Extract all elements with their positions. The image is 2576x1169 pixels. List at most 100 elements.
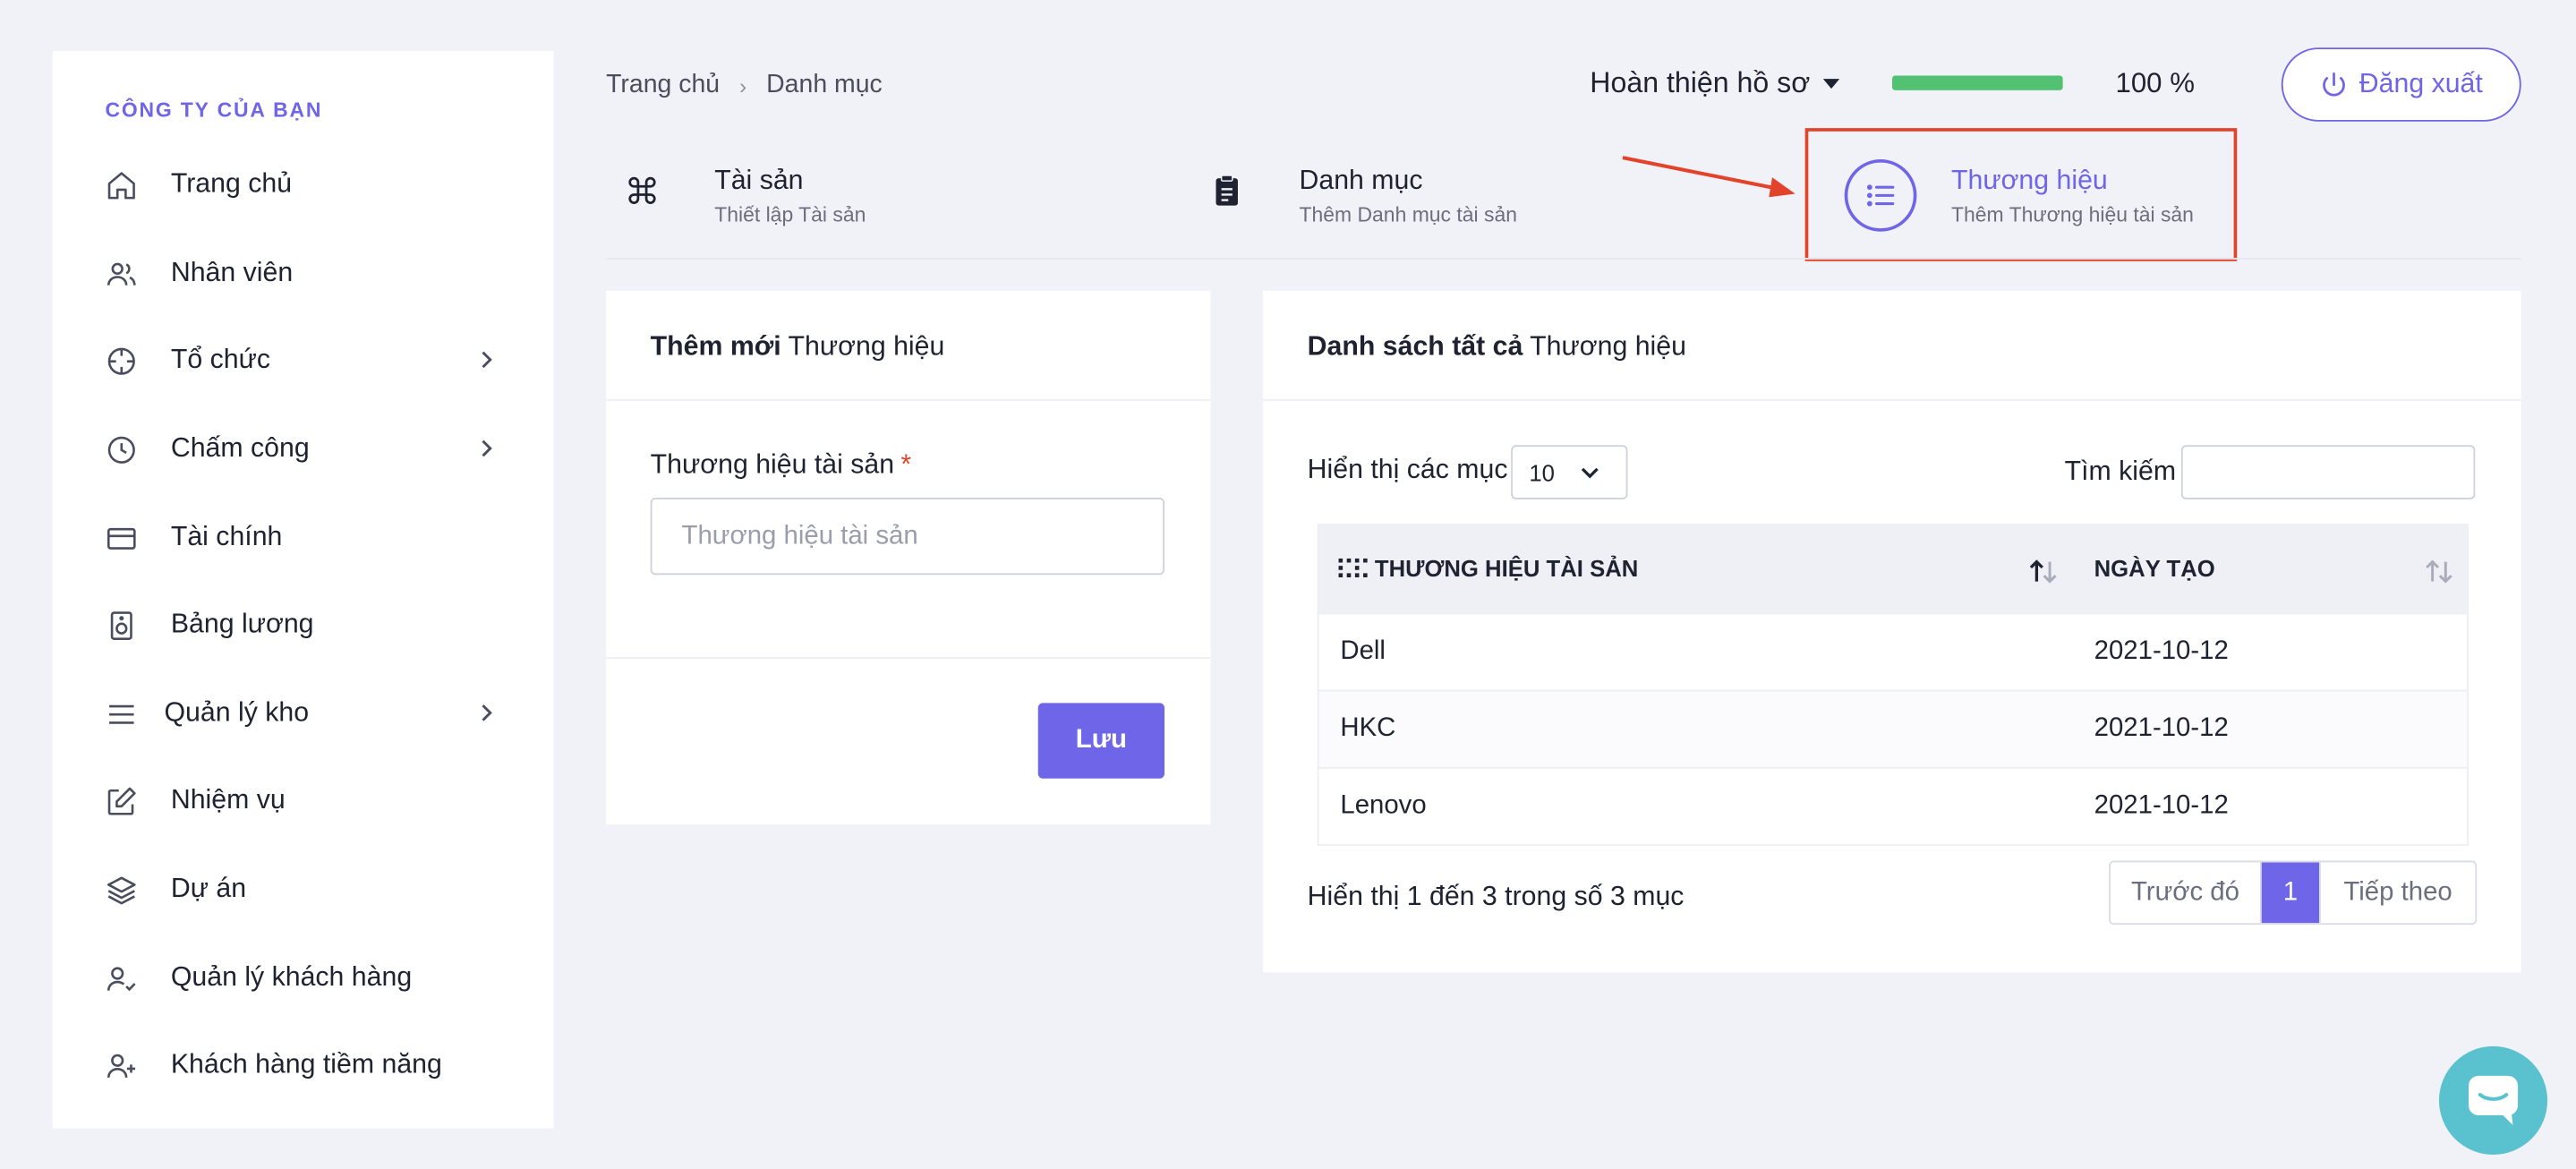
home-icon — [104, 167, 140, 203]
step-assets[interactable]: Tài sản Thiết lập Tài sản — [622, 158, 1114, 236]
chevron-right-icon — [482, 351, 492, 369]
edit-icon — [104, 783, 140, 819]
page-length-value: 10 — [1529, 458, 1555, 486]
sidebar-item-label: Khách hàng tiềm năng — [170, 1049, 442, 1079]
chevron-right-icon — [482, 439, 492, 457]
cell-brand: Lenovo — [1340, 791, 1427, 820]
cell-brand: Dell — [1340, 636, 1386, 666]
chat-widget-button[interactable] — [2438, 1045, 2548, 1156]
progress-fill — [1891, 75, 2063, 90]
breadcrumb-home-link[interactable]: Trang chủ — [606, 71, 720, 100]
users-icon — [104, 256, 140, 292]
card-title-rest: Thương hiệu — [1523, 331, 1686, 362]
brand-field-label: Thương hiệu tài sản * — [651, 450, 912, 482]
logout-label: Đăng xuất — [2358, 69, 2483, 99]
sidebar-item-label: Tài chính — [170, 522, 283, 552]
sidebar-item-finance[interactable]: Tài chính — [53, 503, 554, 576]
card-title: Danh sách tất cả Thương hiệu — [1308, 332, 1686, 363]
breadcrumb-current: Danh mục — [766, 70, 883, 99]
cell-brand: HKC — [1340, 714, 1396, 743]
highlight-annotation-box — [1804, 128, 2238, 261]
brand-name-input[interactable] — [650, 498, 1165, 576]
speaker-icon — [104, 608, 140, 644]
sidebar-item-projects[interactable]: Dự án — [53, 854, 554, 926]
card-title: Thêm mới Thương hiệu — [651, 332, 945, 363]
column-header-brand[interactable]: THƯƠNG HIỆU TÀI SẢN — [1375, 555, 1638, 581]
sidebar-item-label: Quản lý khách hàng — [170, 962, 413, 993]
sidebar-item-label: Bảng lương — [170, 609, 314, 639]
crosshair-icon — [104, 344, 140, 380]
app-canvas: CÔNG TY CỦA BẠN Trang chủ Nhân viên Tổ c… — [0, 0, 2575, 1169]
sort-asc-icon[interactable] — [2028, 559, 2058, 584]
sidebar-item-label: Tổ chức — [170, 345, 270, 375]
sidebar-item-label: Chấm công — [170, 433, 310, 464]
menu-icon — [104, 696, 140, 732]
cell-created: 2021-10-12 — [2094, 791, 2229, 820]
table-header: THƯƠNG HIỆU TÀI SẢN NGÀY TẠO — [1318, 525, 2468, 613]
profile-completion-dropdown[interactable]: Hoàn thiện hồ sơ — [1590, 65, 1840, 100]
sidebar-item-label: Dự án — [170, 874, 247, 904]
annotation-arrow-icon — [1622, 156, 1796, 198]
profile-progress-text: 100 % — [2115, 67, 2195, 99]
table-row[interactable]: Lenovo 2021-10-12 — [1318, 766, 2468, 844]
sidebar-item-customers[interactable]: Quản lý khách hàng — [53, 943, 554, 1015]
sidebar-item-tasks[interactable]: Nhiệm vụ — [53, 765, 554, 838]
company-name: CÔNG TY CỦA BẠN — [105, 98, 323, 122]
table-row[interactable]: HKC 2021-10-12 — [1318, 689, 2468, 767]
sidebar-item-label: Nhiệm vụ — [170, 785, 286, 815]
power-icon — [2323, 72, 2346, 96]
step-subtitle: Thiết lập Tài sản — [714, 203, 866, 227]
steps-divider — [606, 258, 2521, 260]
page-length-select[interactable]: 10 — [1511, 445, 1628, 499]
cell-created: 2021-10-12 — [2094, 714, 2229, 743]
sidebar-item-organization[interactable]: Tổ chức — [53, 325, 554, 397]
card-header: Thêm mới Thương hiệu — [606, 291, 1211, 401]
logout-button[interactable]: Đăng xuất — [2281, 47, 2521, 122]
search-input[interactable] — [2180, 445, 2476, 499]
profile-progress-bar — [1891, 75, 2063, 90]
required-mark: * — [900, 449, 912, 480]
sidebar-item-label: Quản lý kho — [164, 697, 310, 728]
clock-icon — [104, 432, 140, 468]
card-title-rest: Thương hiệu — [780, 331, 945, 362]
table-info: Hiển thị 1 đến 3 trong số 3 mục — [1307, 882, 1685, 912]
chat-bubble-icon — [2469, 1075, 2519, 1125]
sidebar-item-employees[interactable]: Nhân viên — [53, 238, 554, 311]
search-label: Tìm kiếm — [2064, 457, 2177, 487]
page-length-label: Hiển thị các mục — [1307, 455, 1508, 485]
step-title: Tài sản — [714, 166, 804, 196]
table-row[interactable]: Dell 2021-10-12 — [1318, 612, 2468, 689]
clipboard-icon — [1207, 171, 1247, 210]
sidebar-item-leads[interactable]: Khách hàng tiềm năng — [53, 1030, 554, 1103]
sidebar-item-home[interactable]: Trang chủ — [53, 149, 554, 222]
step-subtitle: Thêm Danh mục tài sản — [1299, 203, 1517, 227]
pagination-page[interactable]: 1 — [2261, 862, 2320, 924]
command-icon — [622, 171, 661, 210]
brand-field-label-text: Thương hiệu tài sản — [650, 449, 895, 480]
credit-card-icon — [104, 521, 140, 557]
sidebar: CÔNG TY CỦA BẠN Trang chủ Nhân viên Tổ c… — [52, 50, 554, 1129]
sidebar-item-label: Nhân viên — [170, 258, 294, 288]
card-header: Danh sách tất cả Thương hiệu — [1263, 291, 2521, 401]
pagination: Trước đó 1 Tiếp theo — [2109, 860, 2478, 926]
caret-down-icon — [1822, 78, 1840, 89]
sort-icon[interactable] — [2424, 559, 2453, 584]
chevron-right-icon — [482, 704, 492, 721]
breadcrumb-separator: › — [739, 73, 747, 98]
card-divider — [606, 657, 1211, 659]
brand-list-card: Danh sách tất cả Thương hiệu Hiển thị cá… — [1263, 290, 2521, 973]
add-brand-card: Thêm mới Thương hiệu Thương hiệu tài sản… — [606, 290, 1211, 825]
layers-icon — [104, 872, 140, 908]
sidebar-item-warehouse[interactable]: Quản lý kho — [53, 678, 554, 751]
column-header-created[interactable]: NGÀY TẠO — [2094, 555, 2215, 581]
breadcrumb: Trang chủ › Danh mục — [606, 71, 883, 100]
save-button[interactable]: Lưu — [1037, 703, 1165, 779]
step-title: Danh mục — [1299, 166, 1423, 196]
pagination-next[interactable]: Tiếp theo — [2319, 862, 2476, 924]
sidebar-item-payroll[interactable]: Bảng lương — [53, 590, 554, 662]
sidebar-item-timekeeping[interactable]: Chấm công — [53, 414, 554, 486]
pagination-prev[interactable]: Trước đó — [2110, 862, 2262, 924]
chevron-down-icon — [1581, 467, 1599, 479]
user-plus-icon — [104, 1048, 140, 1084]
cell-created: 2021-10-12 — [2094, 636, 2229, 666]
